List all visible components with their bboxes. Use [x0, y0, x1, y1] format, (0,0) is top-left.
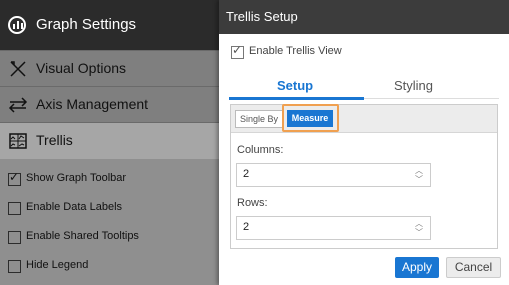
trellis-grid-icon	[8, 131, 28, 151]
checkbox-hide-legend[interactable]	[8, 260, 21, 273]
menu-trellis[interactable]: Trellis	[0, 122, 220, 159]
graph-settings-title: Graph Settings	[36, 16, 137, 33]
enable-trellis-view-label: Enable Trellis View	[249, 45, 342, 57]
checkbox-enable-shared-tooltips[interactable]	[8, 231, 21, 244]
graph-settings-panel: Graph Settings Visual Options Axis Manag…	[0, 0, 220, 285]
graph-settings-header: Graph Settings	[0, 0, 220, 50]
menu-visual-options[interactable]: Visual Options	[0, 50, 220, 87]
arrows-horizontal-icon	[8, 95, 28, 115]
segment-measure[interactable]: Measure	[287, 110, 333, 127]
columns-stepper-icon[interactable]: ︿ ﹀	[414, 166, 424, 184]
columns-value: 2	[243, 168, 250, 180]
cancel-button[interactable]: Cancel	[446, 257, 501, 278]
option-enable-data-labels-label: Enable Data Labels	[26, 201, 123, 213]
tab-divider	[364, 98, 499, 99]
tab-styling[interactable]: Styling	[394, 78, 433, 93]
rows-value: 2	[243, 221, 250, 233]
tab-setup[interactable]: Setup	[277, 78, 313, 93]
dialog-title: Trellis Setup	[226, 9, 298, 24]
setup-panel: Single By Measure Columns: 2 ︿ ﹀ Rows: 2 …	[230, 104, 498, 249]
apply-button[interactable]: Apply	[395, 257, 439, 278]
trellis-setup-dialog: Trellis Setup Enable Trellis View Setup …	[219, 0, 509, 285]
option-enable-shared-tooltips-label: Enable Shared Tooltips	[26, 230, 139, 242]
trellis-mode-toggle: Single By Measure	[231, 104, 497, 133]
checkbox-enable-trellis-view[interactable]	[231, 43, 244, 59]
rows-stepper-icon[interactable]: ︿ ﹀	[414, 219, 424, 237]
brush-ruler-icon	[8, 59, 28, 79]
dialog-header: Trellis Setup	[219, 0, 509, 34]
checkbox-show-graph-toolbar[interactable]	[8, 170, 21, 186]
active-tab-indicator	[229, 97, 364, 100]
rows-label: Rows:	[237, 197, 268, 209]
option-hide-legend-label: Hide Legend	[26, 259, 89, 271]
menu-axis-management[interactable]: Axis Management	[0, 86, 220, 123]
columns-input[interactable]: 2 ︿ ﹀	[236, 163, 431, 187]
rows-input[interactable]: 2 ︿ ﹀	[236, 216, 431, 240]
segment-single-by[interactable]: Single By	[235, 110, 283, 128]
option-show-graph-toolbar-label: Show Graph Toolbar	[26, 172, 127, 184]
menu-visual-options-label: Visual Options	[36, 60, 127, 76]
checkbox-enable-data-labels[interactable]	[8, 202, 21, 215]
menu-trellis-label: Trellis	[36, 132, 73, 148]
menu-axis-management-label: Axis Management	[36, 96, 149, 112]
chart-gear-icon	[8, 16, 26, 34]
columns-label: Columns:	[237, 144, 284, 156]
